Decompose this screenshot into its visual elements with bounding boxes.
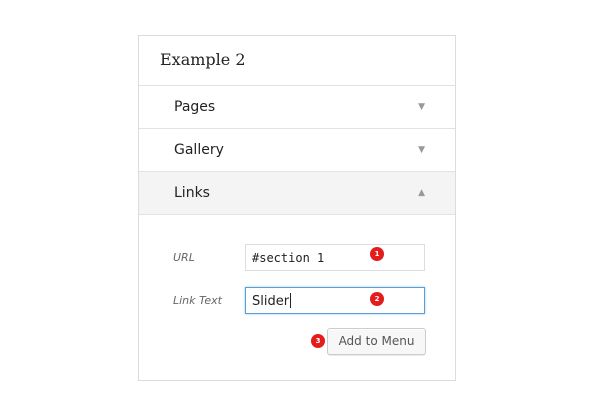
- expand-arrow-icon[interactable]: ▼: [418, 102, 425, 112]
- url-label: URL: [173, 251, 195, 264]
- section-gallery[interactable]: Gallery ▼: [139, 129, 455, 172]
- section-links-label: Links: [174, 185, 210, 201]
- links-form: URL #section 1 1 Link Text Slider 2 3 Ad…: [139, 215, 455, 383]
- link-text-input[interactable]: Slider: [245, 287, 425, 314]
- link-text-input-value: Slider: [252, 294, 290, 309]
- expand-arrow-icon[interactable]: ▼: [418, 145, 425, 155]
- callout-badge-1: 1: [370, 247, 384, 261]
- add-to-menu-button[interactable]: Add to Menu: [327, 328, 426, 355]
- link-text-label: Link Text: [173, 294, 222, 307]
- callout-badge-2: 2: [370, 292, 384, 306]
- section-links[interactable]: Links ▲: [139, 172, 455, 215]
- section-pages[interactable]: Pages ▼: [139, 86, 455, 129]
- text-caret: [290, 293, 292, 308]
- panel-title: Example 2: [139, 36, 455, 86]
- callout-badge-3: 3: [311, 334, 325, 348]
- section-gallery-label: Gallery: [174, 142, 224, 158]
- menu-panel: Example 2 Pages ▼ Gallery ▼ Links ▲ URL …: [138, 35, 456, 381]
- collapse-arrow-icon[interactable]: ▲: [418, 188, 425, 198]
- section-pages-label: Pages: [174, 99, 216, 115]
- url-input-value: #section 1: [252, 251, 325, 265]
- url-input[interactable]: #section 1: [245, 244, 425, 271]
